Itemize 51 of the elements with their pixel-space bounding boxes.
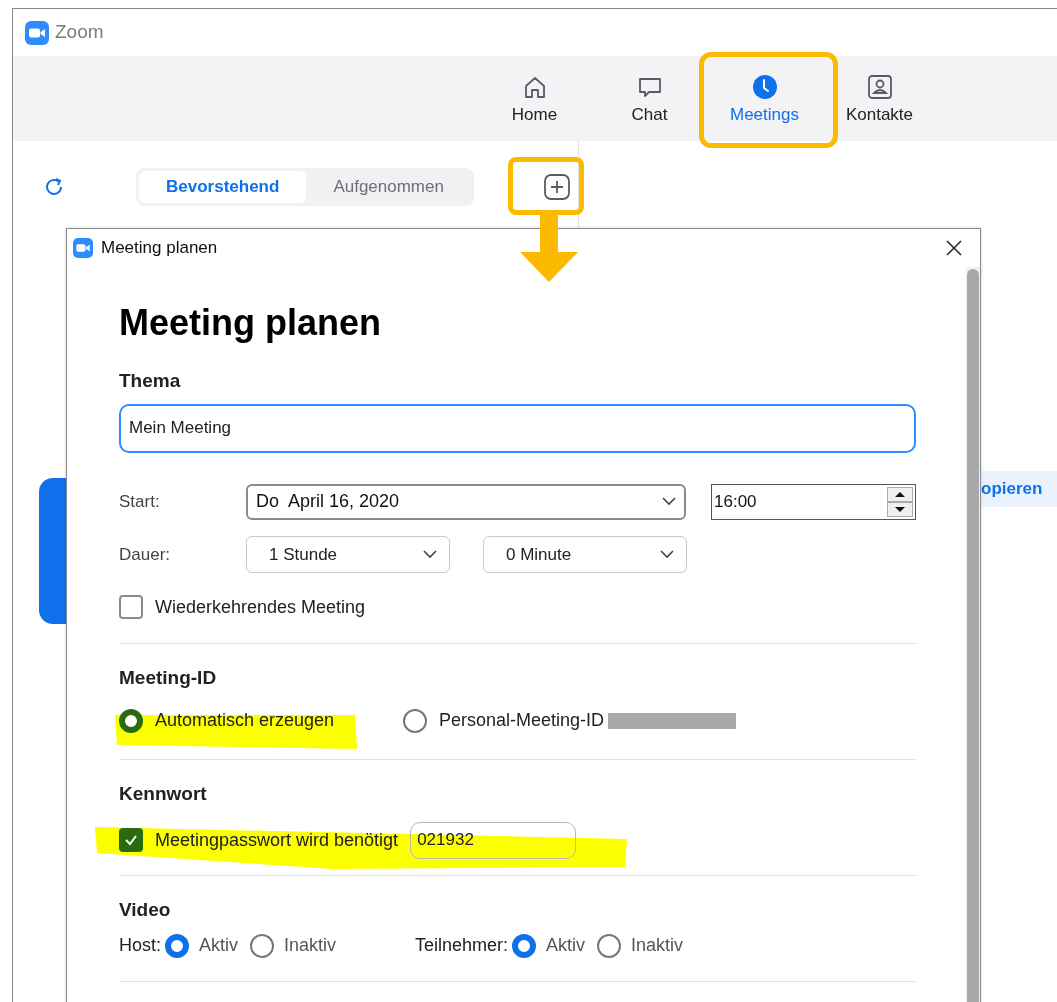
dialog-title: Meeting planen — [101, 237, 218, 260]
hours-dropdown[interactable]: 1 Stunde — [246, 536, 450, 573]
segment-tab[interactable]: Bevorstehend — [139, 171, 307, 203]
topic-input[interactable]: Mein Meeting — [119, 403, 916, 453]
radio-button[interactable] — [165, 933, 189, 958]
chevron-down-icon — [662, 497, 676, 506]
checkbox[interactable] — [119, 828, 143, 852]
radio-label: Automatisch erzeugen — [155, 709, 335, 732]
section-heading: Kennwort — [119, 782, 208, 806]
video-camera-logo-icon — [25, 20, 49, 45]
refresh-icon[interactable] — [43, 176, 65, 198]
password-input[interactable]: 021932 — [410, 821, 577, 859]
down-arrow-icon — [520, 214, 578, 282]
chevron-down-icon — [423, 550, 437, 559]
section-heading: Meeting-ID — [119, 665, 218, 690]
radio-button[interactable] — [597, 933, 622, 958]
radio-button[interactable] — [512, 933, 537, 958]
radio-label: Inaktiv — [284, 934, 337, 957]
nav-tab[interactable]: Home — [477, 56, 592, 141]
add-icon[interactable] — [543, 174, 570, 200]
section-heading: Video — [119, 897, 172, 922]
time-spinner[interactable]: 16:00 — [711, 483, 916, 520]
video-camera-logo-icon — [73, 238, 93, 258]
checkbox-label: Meetingpasswort wird benötigt — [155, 828, 399, 852]
radio-button[interactable] — [119, 708, 143, 733]
minutes-dropdown[interactable]: 0 Minute — [483, 536, 687, 573]
field-label: Dauer: — [119, 543, 172, 566]
chevron-down-icon — [660, 550, 674, 559]
field-label: Start: — [119, 490, 161, 513]
dialog-heading: Meeting planen — [119, 301, 383, 345]
close-icon[interactable] — [946, 240, 962, 256]
checkbox-label: Wiederkehrendes Meeting — [155, 595, 366, 619]
spinner-arrows-icon[interactable] — [887, 486, 913, 517]
clock-icon — [751, 74, 778, 100]
radio-label: Personal-Meeting-ID — [439, 709, 605, 732]
segment-tab[interactable]: Aufgenommen — [306, 171, 471, 203]
option-label: Host: — [119, 934, 161, 957]
date-dropdown[interactable]: Do April 16, 2020 — [246, 483, 686, 520]
radio-button[interactable] — [250, 933, 275, 958]
option-label: Teilnehmer: — [415, 934, 509, 957]
section-heading: Thema — [119, 369, 182, 393]
radio-label: Inaktiv — [631, 934, 684, 957]
radio-label: Aktiv — [199, 934, 239, 957]
nav-tab[interactable]: Kontakte — [822, 56, 937, 141]
checkbox[interactable] — [119, 595, 143, 619]
contact-icon — [866, 74, 893, 100]
app-title: Zoom — [55, 20, 104, 45]
radio-button[interactable] — [403, 708, 427, 733]
radio-label: Aktiv — [546, 934, 586, 957]
nav-tab[interactable]: Chat — [592, 56, 707, 141]
nav-tab[interactable]: Meetings — [707, 56, 822, 141]
